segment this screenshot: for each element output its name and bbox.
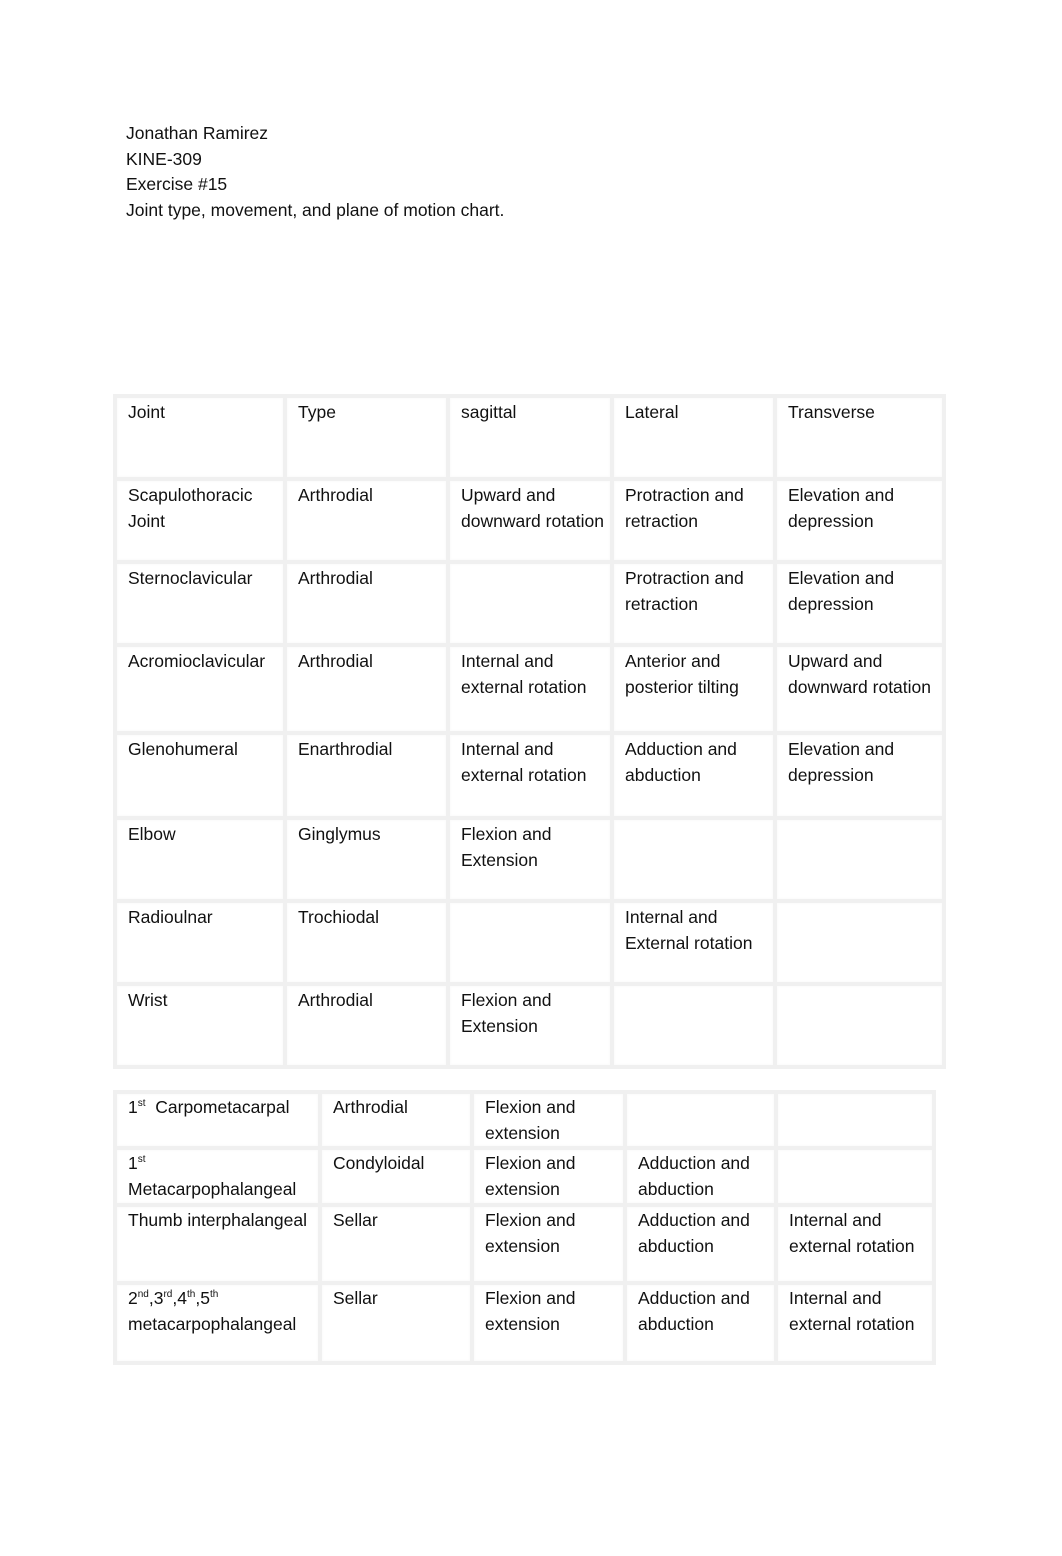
exercise-number: Exercise #15 <box>126 174 228 195</box>
cell-joint: Scapulothoracic Joint <box>113 477 287 564</box>
cell-lateral: Adduction and abduction <box>623 1202 778 1285</box>
cell-type: Enarthrodial <box>283 731 450 820</box>
cell-sagittal: Flexion and extension <box>470 1089 627 1151</box>
column-header-type: Type <box>283 394 450 481</box>
cell-sagittal <box>446 899 614 986</box>
cell-lateral <box>610 816 777 903</box>
column-header-sagittal: sagittal <box>446 394 614 481</box>
table-header-row: Joint Type sagittal Lateral Transverse <box>113 394 946 481</box>
ordinal-number: 5 <box>200 1287 210 1308</box>
cell-transverse: Internal and external rotation <box>774 1280 936 1365</box>
ordinal-suffix: st <box>137 1098 146 1109</box>
table-row: Scapulothoracic Joint Arthrodial Upward … <box>113 477 946 564</box>
cell-joint: 2nd,3rd,4th,5th metacarpophalangeal <box>113 1280 322 1365</box>
cell-type: Ginglymus <box>283 816 450 903</box>
cell-joint: Sternoclavicular <box>113 560 287 647</box>
cell-type: Sellar <box>318 1280 474 1365</box>
table-row: Radioulnar Trochiodal Internal and Exter… <box>113 899 946 986</box>
cell-transverse <box>774 1146 936 1207</box>
table-row: Wrist Arthrodial Flexion and Extension <box>113 982 946 1069</box>
cell-sagittal: Internal and external rotation <box>446 731 614 820</box>
cell-lateral: Adduction and abduction <box>610 731 777 820</box>
cell-joint: 1st Metacarpophalangeal <box>113 1146 322 1207</box>
cell-sagittal: Internal and external rotation <box>446 643 614 735</box>
cell-transverse: Elevation and depression <box>773 731 946 820</box>
cell-lateral: Protraction and retraction <box>610 477 777 564</box>
table-row: Sternoclavicular Arthrodial Protraction … <box>113 560 946 647</box>
cell-type: Trochiodal <box>283 899 450 986</box>
ordinal-suffix: th <box>209 1288 219 1300</box>
joint-name: Metacarpophalangeal <box>128 1179 297 1200</box>
cell-type: Arthrodial <box>283 982 450 1069</box>
cell-joint: Radioulnar <box>113 899 287 986</box>
joint-motion-table: Joint Type sagittal Lateral Transverse S… <box>113 394 946 1069</box>
table-row: 2nd,3rd,4th,5th metacarpophalangeal Sella… <box>113 1280 936 1365</box>
table-row: 1st Metacarpophalangeal Condyloidal Flexi… <box>113 1146 936 1207</box>
ordinal-suffix: th <box>186 1288 196 1300</box>
cell-lateral <box>610 982 777 1069</box>
document-title: Joint type, movement, and plane of motio… <box>126 200 505 221</box>
ordinal-suffix: nd <box>137 1288 149 1300</box>
cell-lateral <box>623 1089 778 1151</box>
table-row: Acromioclavicular Arthrodial Internal an… <box>113 643 946 735</box>
cell-type: Arthrodial <box>283 643 450 735</box>
column-header-transverse: Transverse <box>773 394 946 481</box>
author-name: Jonathan Ramirez <box>126 123 269 143</box>
ordinal-number: 1 <box>128 1097 138 1117</box>
cell-transverse <box>773 816 946 903</box>
table-row: Thumb interphalangeal Sellar Flexion and… <box>113 1202 936 1285</box>
cell-transverse: Internal and external rotation <box>774 1202 936 1285</box>
cell-transverse <box>773 899 946 986</box>
table-row: Glenohumeral Enarthrodial Internal and e… <box>113 731 946 820</box>
cell-type: Arthrodial <box>318 1089 474 1151</box>
cell-transverse: Elevation and depression <box>773 477 946 564</box>
cell-sagittal: Flexion and Extension <box>446 982 614 1069</box>
column-header-lateral: Lateral <box>610 394 777 481</box>
document-header: Jonathan Ramirez KINE-309 Exercise #15 J… <box>126 121 504 224</box>
joint-name: metacarpophalangeal <box>128 1313 297 1334</box>
ordinal-number: 2 <box>128 1287 138 1308</box>
cell-sagittal: Flexion and extension <box>470 1146 627 1207</box>
joint-name: Carpometacarpal <box>155 1097 290 1117</box>
cell-type: Sellar <box>318 1202 474 1285</box>
cell-sagittal: Flexion and extension <box>470 1280 627 1365</box>
cell-transverse <box>774 1089 936 1151</box>
cell-sagittal: Upward and downward rotation <box>446 477 614 564</box>
table-row: Elbow Ginglymus Flexion and Extension <box>113 816 946 903</box>
cell-sagittal: Flexion and extension <box>470 1202 627 1285</box>
cell-joint: Thumb interphalangeal <box>113 1202 322 1285</box>
cell-type: Arthrodial <box>283 560 450 647</box>
hand-joint-table: 1st Carpometacarpal Arthrodial Flexion a… <box>113 1089 936 1365</box>
cell-transverse <box>773 982 946 1069</box>
cell-sagittal: Flexion and Extension <box>446 816 614 903</box>
cell-joint: Elbow <box>113 816 287 903</box>
cell-type: Condyloidal <box>318 1146 474 1207</box>
cell-joint: Wrist <box>113 982 287 1069</box>
cell-joint: Acromioclavicular <box>113 643 287 735</box>
cell-lateral: Adduction and abduction <box>623 1146 778 1207</box>
course-code: KINE-309 <box>126 148 202 169</box>
ordinal-number: 1 <box>128 1153 138 1174</box>
cell-type: Arthrodial <box>283 477 450 564</box>
cell-transverse: Upward and downward rotation <box>773 643 946 735</box>
table-row: 1st Carpometacarpal Arthrodial Flexion a… <box>113 1089 936 1151</box>
cell-sagittal <box>446 560 614 647</box>
cell-lateral: Adduction and abduction <box>623 1280 778 1365</box>
cell-transverse: Elevation and depression <box>773 560 946 647</box>
cell-lateral: Protraction and retraction <box>610 560 777 647</box>
ordinal-suffix: st <box>137 1154 146 1166</box>
cell-lateral: Anterior and posterior tilting <box>610 643 777 735</box>
ordinal-number: 4 <box>177 1287 187 1308</box>
ordinal-suffix: rd <box>163 1288 173 1300</box>
cell-joint: Glenohumeral <box>113 731 287 820</box>
ordinal-number: 3 <box>153 1287 164 1308</box>
cell-lateral: Internal and External rotation <box>610 899 777 986</box>
column-header-joint: Joint <box>113 394 287 481</box>
cell-joint: 1st Carpometacarpal <box>113 1089 322 1151</box>
